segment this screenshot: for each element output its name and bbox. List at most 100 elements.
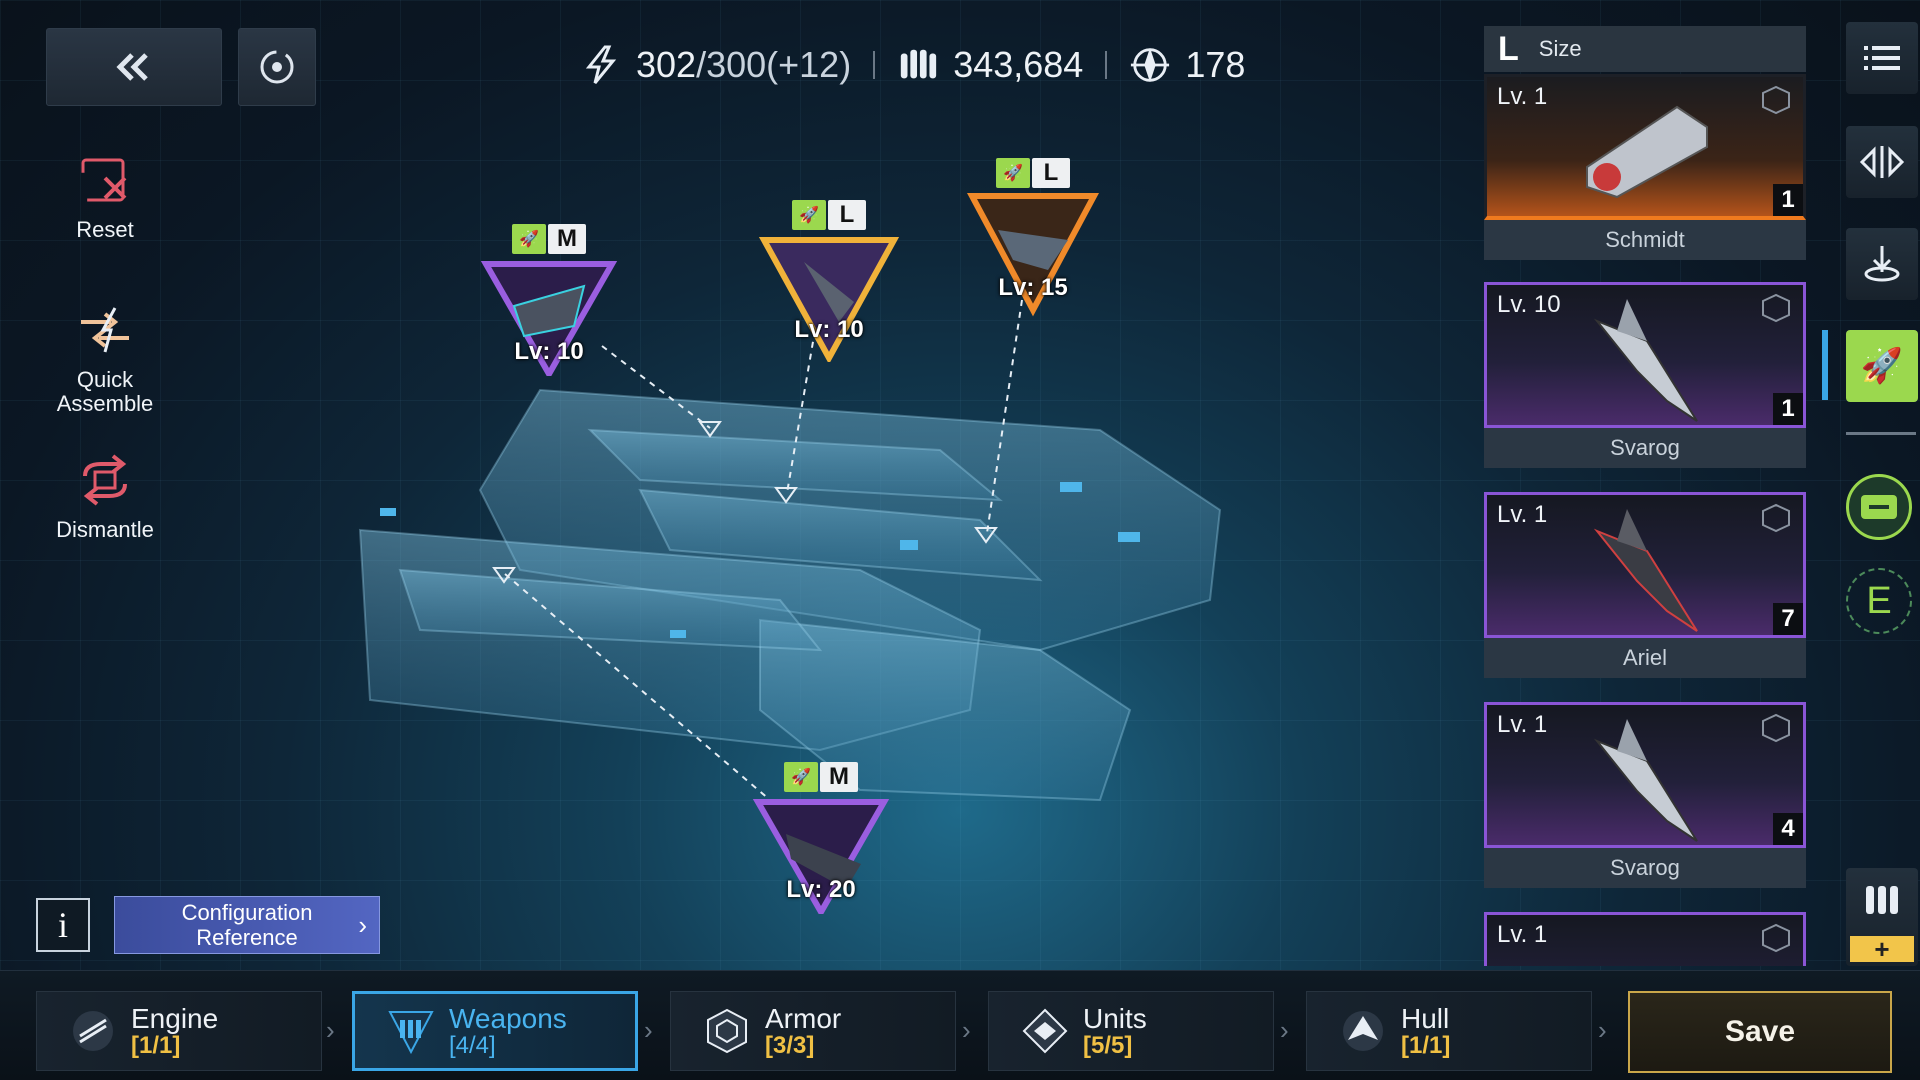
chevron-right-icon: › <box>1280 1015 1289 1045</box>
tab-units[interactable]: Units [5/5] <box>988 991 1274 1071</box>
storage-button[interactable] <box>1846 474 1912 540</box>
size-filter[interactable]: L Size <box>1484 26 1806 72</box>
mount-point-marker <box>774 487 798 504</box>
chevron-right-icon: › <box>962 1015 971 1045</box>
slot-level: Lv: 10 <box>794 316 864 343</box>
size-letter: L <box>1498 29 1519 68</box>
tab-name: Weapons <box>449 1002 567 1034</box>
lock-icon <box>1762 293 1790 323</box>
lock-icon <box>1762 713 1790 743</box>
missile-icon: 🚀 <box>512 224 546 254</box>
active-indicator <box>1822 330 1828 400</box>
chevron-right-icon: › <box>1598 1015 1607 1045</box>
weapon-slot-1[interactable]: 🚀 M Lv: 10 <box>474 224 624 381</box>
slot-size: L <box>1032 158 1070 188</box>
component-art <box>1593 509 1698 632</box>
card-name: Svarog <box>1484 428 1806 468</box>
ammo-add-button[interactable]: + <box>1846 868 1918 966</box>
missile-category-button[interactable]: 🚀 <box>1846 330 1918 402</box>
chevron-right-icon: › <box>644 1015 653 1045</box>
storage-icon <box>1861 495 1897 519</box>
engine-category-button[interactable] <box>1846 126 1918 198</box>
save-label: Save <box>1724 1015 1796 1048</box>
component-art <box>1586 105 1708 199</box>
card-level: Lv. 1 <box>1497 501 1548 528</box>
component-card[interactable]: Lv. 10 1 Svarog <box>1484 282 1806 468</box>
component-art <box>1593 719 1698 842</box>
chevron-right-icon: › <box>326 1015 335 1045</box>
card-level: Lv. 10 <box>1497 291 1561 318</box>
missile-icon: 🚀 <box>792 200 826 230</box>
mount-point-marker <box>698 421 722 438</box>
mount-point-marker <box>974 527 998 544</box>
card-count: 1 <box>1773 393 1803 425</box>
missile-icon: 🚀 <box>1860 347 1904 385</box>
info-button[interactable]: i <box>36 898 90 952</box>
weapon-slot-3[interactable]: 🚀 L Lv: 15 <box>958 158 1108 325</box>
card-level: Lv. 1 <box>1497 711 1548 738</box>
slot-level: Lv: 10 <box>514 338 584 365</box>
ammo-icon <box>1866 886 1898 914</box>
tab-count: [1/1] <box>1401 1032 1451 1060</box>
slot-size: M <box>548 224 586 254</box>
missile-icon: 🚀 <box>996 158 1030 188</box>
anchor-icon <box>1864 246 1900 282</box>
card-count: 7 <box>1773 603 1803 635</box>
plus-icon: + <box>1850 936 1914 962</box>
armor-icon <box>697 1001 757 1061</box>
missile-icon: 🚀 <box>784 762 818 792</box>
lock-icon <box>1762 923 1790 953</box>
card-count: 4 <box>1773 813 1803 845</box>
direction-icon <box>1859 146 1905 178</box>
chevron-right-icon: › <box>358 910 367 940</box>
card-level: Lv. 1 <box>1497 921 1548 948</box>
weapons-icon <box>381 1001 441 1061</box>
tab-count: [3/3] <box>765 1032 815 1060</box>
sidebar-divider <box>1846 432 1916 435</box>
card-name: Schmidt <box>1484 220 1806 260</box>
slot-size: M <box>820 762 858 792</box>
component-panel: L Size Lv. 1 1 Schmidt Lv. 10 1 Svarog L… <box>1484 26 1806 966</box>
size-label: Size <box>1538 36 1582 61</box>
hull-icon <box>1333 1001 1393 1061</box>
mount-point-marker <box>492 567 516 584</box>
component-card[interactable]: Lv. 1 1 Schmidt <box>1484 74 1806 260</box>
e-icon: E <box>1866 579 1892 622</box>
list-view-button[interactable] <box>1846 22 1918 94</box>
configuration-reference-button[interactable]: Configuration Reference › <box>114 896 380 954</box>
slot-level: Lv: 15 <box>998 274 1068 301</box>
units-icon <box>1015 1001 1075 1061</box>
component-card[interactable]: Lv. 1 4 Svarog <box>1484 702 1806 888</box>
component-card[interactable]: Lv. 1 <box>1484 912 1806 966</box>
card-level: Lv. 1 <box>1497 83 1548 110</box>
component-card[interactable]: Lv. 1 7 Ariel <box>1484 492 1806 678</box>
tab-armor[interactable]: Armor [3/3] <box>670 991 956 1071</box>
component-art <box>1593 299 1698 422</box>
weapon-slot-4[interactable]: 🚀 M Lv: 20 <box>746 762 896 919</box>
save-button[interactable]: Save <box>1628 991 1892 1073</box>
engine-icon <box>63 1001 123 1061</box>
tab-count: [5/5] <box>1083 1032 1133 1060</box>
card-name: Svarog <box>1484 848 1806 888</box>
card-count: 1 <box>1773 184 1803 216</box>
tab-name: Units <box>1083 1002 1147 1034</box>
weapon-slot-2[interactable]: 🚀 L Lv: 10 <box>754 200 904 367</box>
carrier-category-button[interactable] <box>1846 228 1918 300</box>
tab-name: Armor <box>765 1002 842 1034</box>
tab-name: Hull <box>1401 1002 1450 1034</box>
list-icon <box>1864 46 1900 70</box>
lock-icon <box>1762 503 1790 533</box>
e-button[interactable]: E <box>1846 568 1912 634</box>
tab-weapons[interactable]: Weapons [4/4] <box>352 991 638 1071</box>
tab-hull[interactable]: Hull [1/1] <box>1306 991 1592 1071</box>
tab-count: [1/1] <box>131 1032 181 1060</box>
slot-size: L <box>828 200 866 230</box>
config-reference-label: Configuration Reference <box>181 899 313 950</box>
category-tab-bar: Engine [1/1] › Weapons [4/4] › Armor [3/3] … <box>0 970 1920 1080</box>
info-label: i <box>57 905 68 945</box>
tab-engine[interactable]: Engine [1/1] <box>36 991 322 1071</box>
tab-count: [4/4] <box>449 1032 496 1060</box>
tab-name: Engine <box>131 1002 219 1034</box>
slot-level: Lv: 20 <box>786 876 856 903</box>
lock-icon <box>1762 85 1790 115</box>
